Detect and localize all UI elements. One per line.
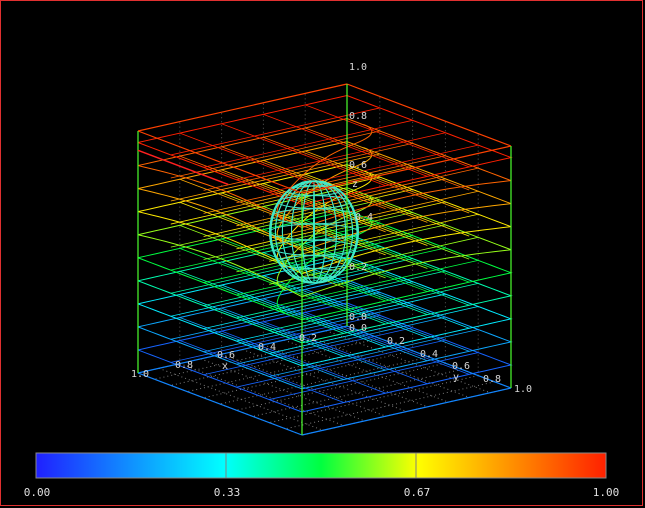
x-max-label: 1.0	[131, 369, 149, 380]
y-tick-label: 0.6	[452, 361, 470, 372]
z-tick-label: 0.6	[349, 160, 367, 171]
y-tick-label: 0.2	[387, 336, 405, 347]
x-tick-label: 0.8	[175, 360, 193, 371]
y-tick-label: 0.8	[483, 374, 501, 385]
3d-visualization-canvas[interactable]: 1.0 1.0 1.0 0.8 0.6 z 0.4 0.2 0.0 0.0 0.…	[0, 0, 645, 508]
x-tick-label: 0.4	[258, 342, 276, 353]
colorbar	[35, 452, 607, 479]
origin-label: 0.0	[349, 323, 367, 334]
z-tick-label: 0.8	[349, 111, 367, 122]
x-axis-label: x	[222, 361, 228, 372]
z-tick-label: 0.0	[349, 312, 367, 323]
contour-grid-line	[305, 104, 470, 168]
colorbar-max-label: 1.00	[592, 486, 620, 499]
box-edge	[137, 372, 303, 436]
z-max-label: 1.0	[349, 62, 367, 73]
y-axis-label: y	[453, 372, 459, 383]
y-max-label: 1.0	[514, 384, 532, 395]
floor-grid-line	[179, 363, 344, 427]
z-axis-label: z	[352, 179, 358, 190]
z-tick-label: 0.2	[349, 262, 367, 273]
y-tick-label: 0.4	[420, 349, 438, 360]
colorbar-min-label: 0.00	[23, 486, 51, 499]
colorbar-label-067: 0.67	[403, 486, 431, 499]
sphere-longitude	[313, 180, 315, 284]
box-edge	[137, 130, 303, 194]
x-tick-label: 0.6	[217, 350, 235, 361]
colorbar-label-033: 0.33	[213, 486, 241, 499]
isosurface-sphere	[269, 180, 359, 284]
box-edge	[301, 387, 512, 436]
z-tick-label: 0.4	[355, 212, 373, 223]
x-tick-label: 0.2	[299, 333, 317, 344]
box-edge	[137, 83, 348, 132]
